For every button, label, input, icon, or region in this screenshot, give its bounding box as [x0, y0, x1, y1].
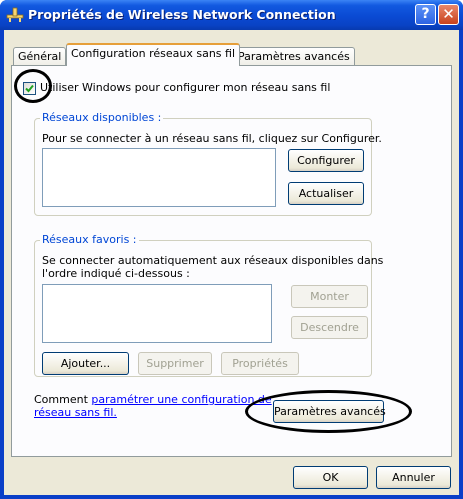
- window-title: Propriétés de Wireless Network Connectio…: [28, 7, 336, 22]
- title-bar[interactable]: Propriétés de Wireless Network Connectio…: [0, 0, 463, 30]
- move-down-button[interactable]: Descendre: [291, 316, 368, 339]
- add-button[interactable]: Ajouter...: [42, 352, 129, 375]
- preferred-networks-description-line1: Se connecter automatiquement aux réseaux…: [42, 254, 384, 267]
- preferred-networks-list[interactable]: [42, 284, 272, 343]
- advanced-help-text: Comment paramétrer une configuration de: [34, 393, 272, 406]
- tab-wireless-networks[interactable]: Configuration réseaux sans fil: [66, 43, 241, 66]
- window-border-bottom: [0, 495, 463, 499]
- tab-advanced[interactable]: Paramètres avancés: [233, 47, 355, 65]
- remove-button[interactable]: Supprimer: [138, 352, 212, 375]
- advanced-help-link-line2[interactable]: réseau sans fil.: [34, 406, 117, 419]
- window-border-right: [459, 30, 463, 499]
- highlight-ellipse-advanced-button: [245, 390, 412, 433]
- close-button[interactable]: ✕: [438, 4, 459, 25]
- available-networks-heading: Réseaux disponibles :: [40, 111, 164, 124]
- properties-button[interactable]: Propriétés: [221, 352, 299, 375]
- available-networks-description: Pour se connecter à un réseau sans fil, …: [42, 132, 382, 145]
- configure-button[interactable]: Configurer: [288, 149, 364, 172]
- advanced-help-prefix: Comment: [34, 393, 92, 406]
- highlight-circle-checkbox: [14, 69, 52, 103]
- ok-button[interactable]: OK: [293, 466, 368, 489]
- refresh-button[interactable]: Actualiser: [288, 182, 364, 205]
- cancel-button[interactable]: Annuler: [376, 466, 451, 489]
- advanced-help-link-line1[interactable]: paramétrer une configuration de: [91, 393, 271, 406]
- network-connection-icon: [6, 7, 24, 23]
- move-up-button[interactable]: Monter: [291, 285, 368, 308]
- preferred-networks-heading: Réseaux favoris :: [40, 233, 139, 246]
- use-windows-label[interactable]: Utiliser Windows pour configurer mon rés…: [40, 81, 330, 94]
- help-button[interactable]: ?: [415, 4, 436, 25]
- available-networks-list[interactable]: [42, 148, 276, 207]
- tab-general[interactable]: Général: [13, 47, 67, 65]
- preferred-networks-description-line2: l'ordre indiqué ci-dessous :: [42, 267, 190, 280]
